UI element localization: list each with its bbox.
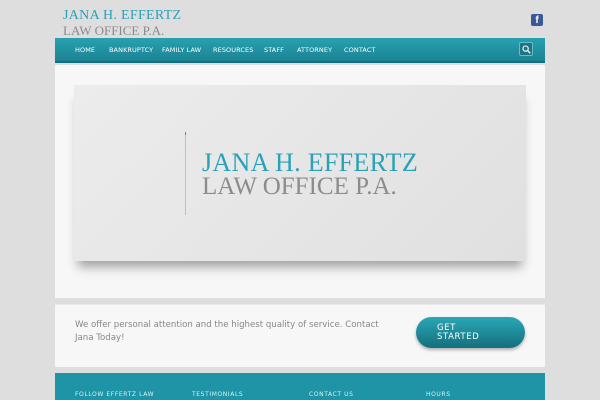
search-icon: [522, 45, 531, 54]
nav-item-staff[interactable]: STAFF: [264, 46, 284, 54]
main-nav: HOME BANKRUPTCY FAMILY LAW RESOURCES STA…: [55, 38, 545, 63]
page-frame: JANA H. EFFERTZ LAW OFFICE P.A. f HOME B…: [55, 0, 545, 400]
site-header: JANA H. EFFERTZ LAW OFFICE P.A. f: [55, 0, 545, 38]
footer-heading-testimonials: TESTIMONIALS: [192, 391, 244, 398]
footer-heading-hours: HOURS: [426, 391, 451, 398]
hero-slide: JANA H. EFFERTZ LAW OFFICE P.A.: [74, 85, 526, 261]
footer-heading-follow: FOLLOW EFFERTZ LAW: [75, 391, 155, 398]
cta-label-line2: STARTED: [437, 332, 480, 342]
nav-item-attorney[interactable]: ATTORNEY: [297, 46, 332, 54]
hero-section: JANA H. EFFERTZ LAW OFFICE P.A.: [55, 65, 545, 298]
slide-divider: [185, 135, 186, 215]
callout-section: We offer personal attention and the high…: [55, 304, 545, 367]
nav-item-bankruptcy[interactable]: BANKRUPTCY: [109, 46, 153, 54]
site-footer: FOLLOW EFFERTZ LAW TESTIMONIALS CONTACT …: [55, 373, 545, 400]
search-button[interactable]: [519, 42, 533, 56]
hero-subtitle: LAW OFFICE P.A.: [202, 173, 397, 200]
nav-item-family-law[interactable]: FAMILY LAW: [162, 46, 201, 54]
nav-item-contact[interactable]: CONTACT: [344, 46, 376, 54]
nav-item-resources[interactable]: RESOURCES: [213, 46, 254, 54]
site-logo[interactable]: JANA H. EFFERTZ LAW OFFICE P.A.: [63, 8, 182, 38]
facebook-icon[interactable]: f: [531, 14, 543, 26]
logo-name: JANA H. EFFERTZ: [63, 8, 182, 23]
footer-heading-contact: CONTACT US: [309, 391, 354, 398]
logo-subtitle: LAW OFFICE P.A.: [63, 23, 165, 38]
nav-item-home[interactable]: HOME: [75, 46, 95, 54]
callout-text: We offer personal attention and the high…: [75, 320, 379, 343]
get-started-button[interactable]: GET STARTED: [416, 317, 525, 348]
